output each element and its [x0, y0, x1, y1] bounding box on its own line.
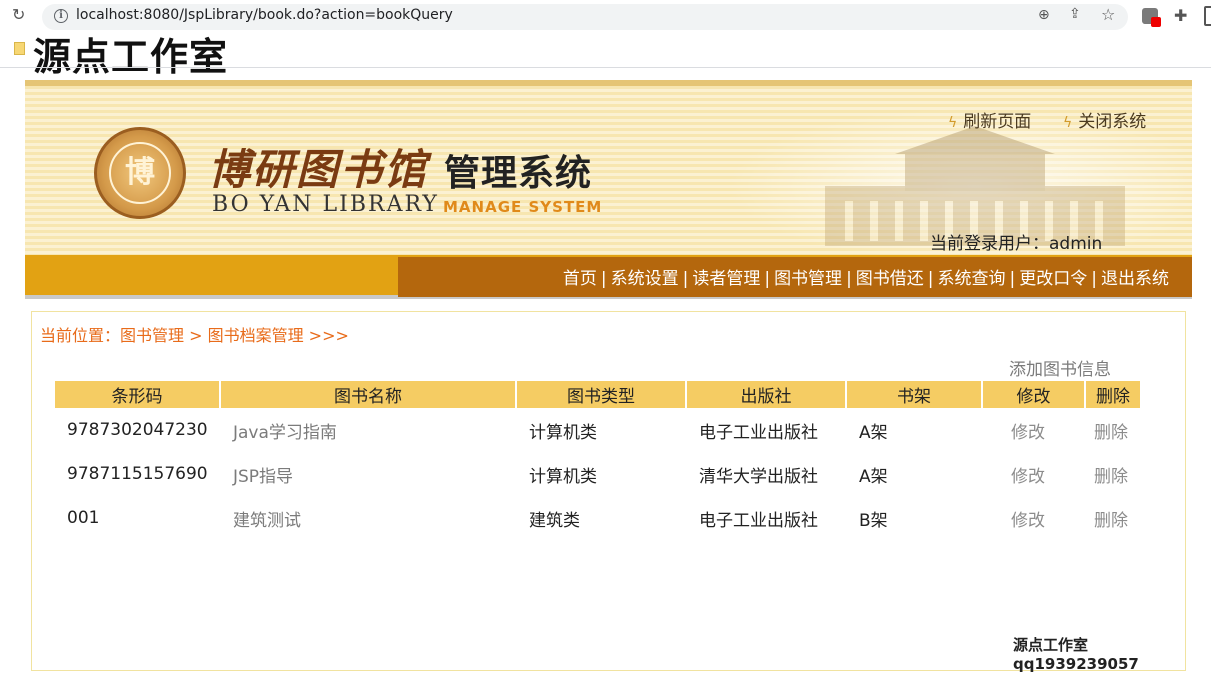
watermark-title: 源点工作室: [33, 35, 229, 79]
add-book-link[interactable]: 添加图书信息: [1009, 355, 1111, 380]
main-nav: 首页 | 系统设置 | 读者管理 | 图书管理 | 图书借还 | 系统查询 | 更改口令 | 退出系统: [25, 255, 1192, 299]
nav-system-settings[interactable]: 系统设置: [611, 269, 679, 289]
cell-shelf: B架: [859, 510, 888, 531]
cell-book-name[interactable]: Java学习指南: [221, 408, 515, 452]
edit-link[interactable]: 修改: [983, 408, 1084, 452]
library-name-en: BO YAN LIBRARY: [212, 192, 439, 217]
edit-link[interactable]: 修改: [983, 452, 1084, 496]
cell-shelf: A架: [859, 466, 888, 487]
library-name-cn: 博研图书馆: [208, 145, 429, 194]
system-name-cn: 管理系统: [444, 153, 593, 194]
delete-link[interactable]: 删除: [1086, 496, 1140, 540]
col-edit: 修改: [983, 381, 1084, 408]
nav-home[interactable]: 首页: [563, 269, 597, 289]
bookmark-star-icon[interactable]: ☆: [1101, 5, 1115, 24]
cell-book-name[interactable]: JSP指导: [221, 452, 515, 496]
close-system-link[interactable]: ϟ 关闭系统: [1063, 107, 1146, 132]
nav-reader-management[interactable]: 读者管理: [692, 269, 760, 289]
site-info-icon[interactable]: i: [54, 9, 68, 23]
cell-publisher: 电子工业出版社: [699, 510, 818, 531]
cell-barcode: 9787115157690: [67, 464, 208, 484]
close-system-label: 关闭系统: [1078, 112, 1147, 132]
cell-book-name[interactable]: 建筑测试: [221, 496, 515, 540]
reload-icon[interactable]: ↻: [12, 5, 25, 24]
cell-book-type: 计算机类: [529, 466, 597, 487]
col-book-type: 图书类型: [517, 381, 685, 408]
breadcrumb: 当前位置：图书管理 > 图书档案管理 >>>: [40, 326, 349, 345]
refresh-page-link[interactable]: ϟ 刷新页面: [948, 107, 1031, 132]
table-row: 9787302047230 Java学习指南 计算机类 电子工业出版社 A架 修…: [55, 408, 1140, 452]
cell-book-type: 建筑类: [529, 510, 580, 531]
toolbar-divider: [0, 67, 1211, 68]
cell-book-type: 计算机类: [529, 422, 597, 443]
side-panel-icon[interactable]: [1204, 6, 1211, 26]
zoom-icon[interactable]: ⊕: [1038, 7, 1050, 23]
nav-system-query[interactable]: 系统查询: [938, 269, 1006, 289]
col-delete: 删除: [1086, 381, 1140, 408]
bookmark-folder-icon[interactable]: [14, 42, 25, 55]
main-content: 当前位置：图书管理 > 图书档案管理 >>> 添加图书信息 条形码 图书名称 图…: [31, 311, 1186, 671]
cell-barcode: 001: [67, 508, 100, 528]
current-user: 当前登录用户：admin: [930, 234, 1103, 254]
nav-logout[interactable]: 退出系统: [1101, 269, 1169, 289]
col-shelf: 书架: [847, 381, 981, 408]
col-barcode: 条形码: [55, 381, 219, 408]
col-book-name: 图书名称: [221, 381, 515, 408]
table-row: 001 建筑测试 建筑类 电子工业出版社 B架 修改 删除: [55, 496, 1140, 540]
refresh-page-label: 刷新页面: [963, 112, 1032, 132]
cell-shelf: A架: [859, 422, 888, 443]
nav-book-management[interactable]: 图书管理: [774, 269, 842, 289]
delete-link[interactable]: 删除: [1086, 452, 1140, 496]
delete-link[interactable]: 删除: [1086, 408, 1140, 452]
bolt-icon: ϟ: [1063, 115, 1073, 131]
cell-barcode: 9787302047230: [67, 420, 208, 440]
nav-change-password[interactable]: 更改口令: [1019, 269, 1087, 289]
manage-system-en: MANAGE SYSTEM: [443, 198, 603, 216]
table-row: 9787115157690 JSP指导 计算机类 清华大学出版社 A架 修改 删…: [55, 452, 1140, 496]
cell-publisher: 清华大学出版社: [699, 466, 818, 487]
bolt-icon: ϟ: [948, 115, 958, 131]
url-text[interactable]: localhost:8080/JspLibrary/book.do?action…: [76, 7, 453, 23]
library-seal-logo: 博: [94, 127, 186, 219]
footer-watermark: 源点工作室qq1939239057: [1013, 636, 1139, 673]
table-header-row: 条形码 图书名称 图书类型 出版社 书架 修改 删除: [55, 381, 1140, 408]
extensions-puzzle-icon[interactable]: ✚: [1174, 6, 1187, 25]
col-publisher: 出版社: [687, 381, 845, 408]
main-nav-menu: 首页 | 系统设置 | 读者管理 | 图书管理 | 图书借还 | 系统查询 | 更改口令 | 退出系统: [562, 269, 1169, 289]
nav-borrow-return[interactable]: 图书借还: [856, 269, 924, 289]
extension-badge: [1151, 17, 1161, 27]
cell-publisher: 电子工业出版社: [699, 422, 818, 443]
seal-char: 博: [109, 142, 171, 204]
share-icon[interactable]: ⇪: [1069, 6, 1081, 22]
library-banner: 博 博研图书馆 管理系统 BO YAN LIBRARY MANAGE SYSTE…: [25, 80, 1192, 255]
book-table: 条形码 图书名称 图书类型 出版社 书架 修改 删除 9787302047230…: [53, 381, 1142, 540]
edit-link[interactable]: 修改: [983, 496, 1084, 540]
